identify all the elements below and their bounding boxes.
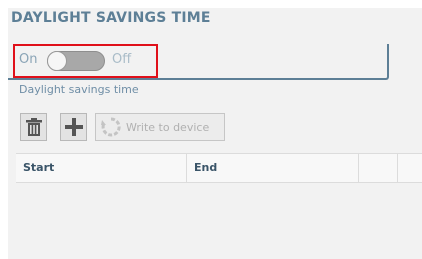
dst-table: Start End: [16, 153, 422, 183]
toggle-on-label: On: [19, 52, 38, 67]
toggle-knob[interactable]: [47, 51, 67, 71]
column-header-extra-2: [398, 154, 422, 182]
trash-icon: [25, 118, 42, 136]
delete-button[interactable]: [20, 113, 47, 141]
column-header-extra: [359, 154, 398, 182]
write-to-device-button[interactable]: Write to device: [95, 113, 225, 141]
daylight-savings-toggle[interactable]: [47, 51, 105, 71]
toggle-description: Daylight savings time: [19, 83, 139, 96]
table-header: Start End: [16, 153, 422, 183]
column-header-end[interactable]: End: [187, 154, 359, 182]
section-title: DAYLIGHT SAVINGS TIME: [11, 10, 211, 26]
refresh-icon: [101, 117, 121, 137]
column-header-start[interactable]: Start: [16, 154, 187, 182]
add-button[interactable]: [60, 113, 87, 141]
write-to-device-label: Write to device: [126, 120, 210, 134]
toggle-off-label: Off: [112, 52, 132, 67]
plus-icon: [64, 118, 83, 136]
